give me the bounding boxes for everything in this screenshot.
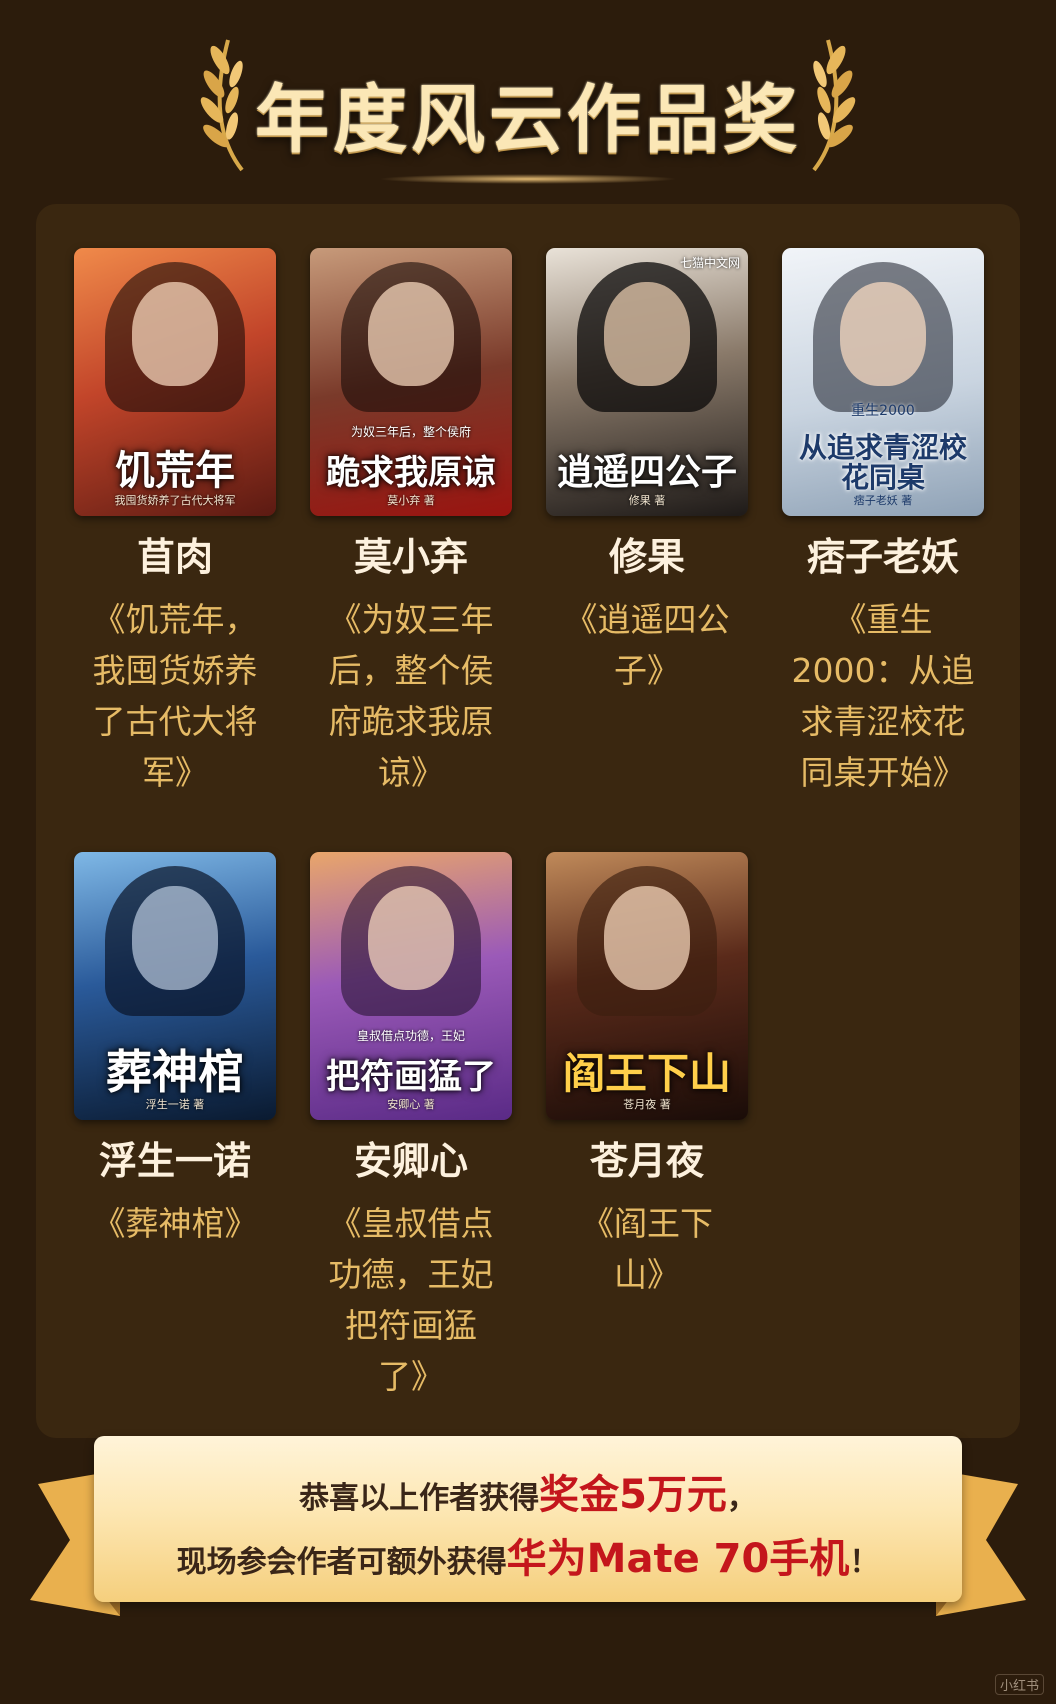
- cover-title: 从追求青涩校花同桌: [798, 431, 967, 494]
- book-cover[interactable]: 七猫中文网 逍遥四公子 修果 著: [546, 248, 748, 516]
- cover-title: 饥荒年: [115, 447, 235, 494]
- author-name: 修果: [608, 535, 685, 579]
- book-cover[interactable]: 饥荒年 我囤货娇养了古代大将军: [74, 248, 276, 516]
- book-title-line: 《重生: [833, 600, 933, 639]
- author-name: 莫小弃: [353, 535, 468, 579]
- cover-subtitle: 修果 著: [628, 494, 666, 507]
- cover-subtitle: 安卿心 著: [387, 1098, 435, 1111]
- book-title[interactable]: 《皇叔借点 功德，王妃 把符画猛 了》: [293, 1198, 529, 1402]
- prize-line-1: 恭喜以上作者获得奖金5万元，: [94, 1462, 962, 1520]
- book-title-line: 求青涩校花: [800, 702, 966, 741]
- book-title-line: 《逍遥四公: [564, 600, 730, 639]
- author-name: 浮生一诺: [98, 1139, 251, 1183]
- cover-subtitle: 我囤货娇养了古代大将军: [114, 494, 236, 507]
- book-title[interactable]: 《重生 2000：从追 求青涩校花 同桌开始》: [765, 594, 1001, 798]
- book-title-line: 《为奴三年: [328, 600, 494, 639]
- book-title-line: 2000：从追: [791, 651, 975, 690]
- book-title[interactable]: 《葬神棺》: [57, 1198, 293, 1249]
- book-cover[interactable]: 皇叔借点功德，王妃 把符画猛了 安卿心 著: [310, 852, 512, 1120]
- prize-phone: 华为Mate 70手机: [506, 1536, 850, 1582]
- cover-tagline: 为奴三年后，整个侯府: [350, 425, 471, 439]
- book-title-line: 同桌开始》: [800, 753, 966, 792]
- book-cover[interactable]: 重生2000 从追求青涩校花同桌 痞子老妖 著: [782, 248, 984, 516]
- cover-tagline: 重生2000: [851, 403, 915, 419]
- prize-amount: 奖金5万元: [539, 1472, 727, 1518]
- cover-title: 跪求我原谅: [326, 453, 496, 494]
- cover-title: 逍遥四公子: [556, 451, 737, 494]
- book-title[interactable]: 《为奴三年 后，整个侯 府跪求我原 谅》: [293, 594, 529, 798]
- book-title-line: 子》: [614, 651, 680, 690]
- title-divider: [378, 174, 678, 184]
- prize-line-2: 现场参会作者可额外获得华为Mate 70手机！: [94, 1526, 962, 1584]
- book-title-line: 军》: [142, 753, 208, 792]
- prize-line-1-prefix: 恭喜以上作者获得: [299, 1481, 540, 1516]
- book-title-line: 《饥荒年，: [92, 600, 258, 639]
- page-title: 年度风云作品奖: [255, 77, 801, 163]
- book-title-line: 功德，王妃: [328, 1255, 494, 1294]
- cover-tagline: 皇叔借点功德，王妃: [356, 1029, 465, 1043]
- cover-subtitle: 莫小弃 著: [387, 494, 435, 507]
- book-title-line: 后，整个侯: [328, 651, 494, 690]
- book-title[interactable]: 《阎王下 山》: [529, 1198, 765, 1300]
- book-title-line: 山》: [614, 1255, 680, 1294]
- cover-subtitle: 痞子老妖 著: [853, 494, 913, 507]
- prize-banner: 恭喜以上作者获得奖金5万元， 现场参会作者可额外获得华为Mate 70手机！: [30, 1436, 1026, 1616]
- author-name: 痞子老妖: [806, 535, 959, 579]
- cover-subtitle: 苍月夜 著: [623, 1098, 671, 1111]
- prize-banner-body: 恭喜以上作者获得奖金5万元， 现场参会作者可额外获得华为Mate 70手机！: [94, 1436, 962, 1602]
- cover-title: 葬神棺: [106, 1044, 244, 1099]
- prize-line-1-suffix: ，: [726, 1481, 757, 1516]
- book-title-line: 谅》: [378, 753, 444, 792]
- book-title-line: 府跪求我原: [328, 702, 494, 741]
- book-title-line: 我囤货娇养: [92, 651, 258, 690]
- cover-title: 把符画猛了: [326, 1057, 496, 1098]
- book-title-line: 了》: [378, 1357, 444, 1396]
- book-title-line: 《阎王下: [581, 1204, 713, 1243]
- laurel-right-icon: [812, 39, 856, 172]
- prize-line-2-suffix: ！: [849, 1545, 880, 1580]
- book-cover[interactable]: 为奴三年后，整个侯府 跪求我原谅 莫小弃 著: [310, 248, 512, 516]
- book-title-line: 《皇叔借点: [328, 1204, 494, 1243]
- award-header: 年度风云作品奖: [0, 28, 1056, 184]
- book-title-line: 了古代大将: [92, 702, 258, 741]
- book-cover[interactable]: 阎王下山 苍月夜 著: [546, 852, 748, 1120]
- cover-title: 阎王下山: [562, 1048, 731, 1098]
- book-title-line: 把符画猛: [345, 1306, 477, 1345]
- watermark: 小红书: [994, 1674, 1044, 1695]
- prize-line-2-prefix: 现场参会作者可额外获得: [176, 1545, 507, 1580]
- publisher-logo: 七猫中文网: [679, 256, 740, 270]
- book-title-line: 《葬神棺》: [92, 1204, 258, 1243]
- author-name: 安卿心: [353, 1139, 468, 1183]
- book-cover[interactable]: 葬神棺 浮生一诺 著: [74, 852, 276, 1120]
- author-name: 苍月夜: [589, 1139, 704, 1183]
- author-name: 苜肉: [136, 535, 213, 579]
- cover-subtitle: 浮生一诺 著: [145, 1098, 205, 1111]
- book-title[interactable]: 《饥荒年， 我囤货娇养 了古代大将 军》: [57, 594, 293, 798]
- book-title[interactable]: 《逍遥四公 子》: [529, 594, 765, 696]
- awards-panel: 饥荒年 我囤货娇养了古代大将军 苜肉 《饥荒年， 我囤货娇养 了古代大将 军》 …: [36, 204, 1020, 1438]
